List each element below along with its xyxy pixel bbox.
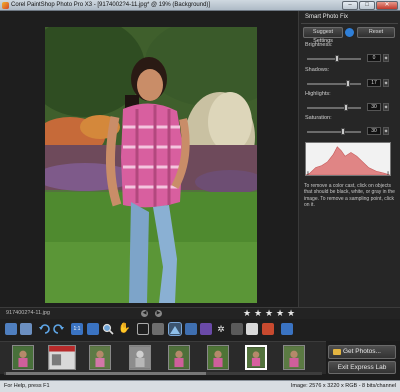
brightness-label: Brightness: xyxy=(305,42,333,48)
suggest-settings-button[interactable]: Suggest Settings xyxy=(303,27,343,44)
file-info-strip: 9174002?4-11.jpg ◀ ▶ ★ ★ ★ ★ ★ xyxy=(0,307,400,319)
save-icon[interactable] xyxy=(5,323,17,335)
smart-fix-icon[interactable] xyxy=(168,322,182,336)
smart-photo-fix-panel: Smart Photo Fix Suggest Settings Reset B… xyxy=(298,11,400,307)
status-help: For Help, press F1 xyxy=(4,383,50,389)
eye-icon[interactable] xyxy=(345,28,354,37)
fit-icon[interactable] xyxy=(87,323,99,335)
close-button[interactable]: ✕ xyxy=(376,1,398,10)
get-photos-label: Get Photos... xyxy=(343,348,381,355)
brightness-value[interactable]: 0 xyxy=(367,54,381,62)
image-canvas[interactable] xyxy=(0,11,298,307)
get-photos-button[interactable]: Get Photos... xyxy=(328,345,396,359)
save-as-icon[interactable] xyxy=(20,323,32,335)
rotate-right-icon[interactable]: ✲ xyxy=(215,323,227,335)
saturation-value[interactable]: 30 xyxy=(367,127,381,135)
minimize-button[interactable]: – xyxy=(342,1,358,10)
actual-size-icon[interactable]: 1:1 xyxy=(71,323,83,335)
shadows-value[interactable]: 17 xyxy=(367,79,381,87)
scrollbar-thumb[interactable] xyxy=(6,372,206,375)
rating-star-2[interactable]: ★ xyxy=(254,308,262,318)
slider-thumb[interactable] xyxy=(334,55,339,62)
next-photo-icon[interactable]: ▶ xyxy=(155,310,162,317)
rotate-left-icon[interactable] xyxy=(200,323,212,335)
saturation-slider[interactable] xyxy=(307,128,361,135)
thumbnail[interactable] xyxy=(48,345,76,370)
thumbnail[interactable] xyxy=(89,345,111,370)
shadows-label: Shadows: xyxy=(305,67,330,73)
highlights-slider[interactable] xyxy=(307,104,361,111)
rating-star-5[interactable]: ★ xyxy=(287,308,295,318)
slider-thumb[interactable] xyxy=(344,104,348,111)
histogram[interactable] xyxy=(305,142,391,176)
red-eye-icon[interactable] xyxy=(185,323,197,335)
help-icon[interactable] xyxy=(281,323,293,335)
straighten-icon[interactable] xyxy=(152,323,164,335)
spin-button[interactable]: ◆ xyxy=(383,103,389,111)
status-image-info: Image: 2576 x 3220 x RGB - 8 bits/channe… xyxy=(290,383,396,389)
spin-button[interactable]: ◆ xyxy=(383,79,389,87)
slider-thumb[interactable] xyxy=(346,80,350,87)
reset-button[interactable]: Reset xyxy=(357,27,395,38)
app-icon xyxy=(2,2,9,9)
window-title: Corel PaintShop Photo Pro X3 - [9174002?… xyxy=(11,2,211,8)
saturation-label: Saturation: xyxy=(305,115,332,121)
thumbnail[interactable] xyxy=(12,345,34,370)
retouch-icon[interactable] xyxy=(231,323,243,335)
thumbnail-selected[interactable] xyxy=(245,345,267,370)
exit-express-lab-button[interactable]: Exit Express Lab xyxy=(328,361,396,374)
pan-icon[interactable]: ✋ xyxy=(118,323,130,335)
shadows-slider[interactable] xyxy=(307,80,361,87)
photo-preview[interactable] xyxy=(45,27,257,303)
file-name: 9174002?4-11.jpg xyxy=(6,310,50,316)
panel-divider xyxy=(301,23,398,24)
panel-help-text: To remove a color cast, click on objects… xyxy=(304,183,395,209)
spin-button[interactable]: ◆ xyxy=(383,54,389,62)
previous-photo-icon[interactable]: ◀ xyxy=(141,310,148,317)
highlights-label: Highlights: xyxy=(305,91,331,97)
rating-star-1[interactable]: ★ xyxy=(243,308,251,318)
folder-icon xyxy=(333,349,341,355)
title-bar: Corel PaintShop Photo Pro X3 - [9174002?… xyxy=(0,0,400,11)
undo-icon[interactable] xyxy=(38,323,50,335)
makeover-icon[interactable] xyxy=(246,323,258,335)
info-icon[interactable] xyxy=(262,323,274,335)
brightness-slider[interactable] xyxy=(307,55,361,62)
status-bar: For Help, press F1 Image: 2576 x 3220 x … xyxy=(0,380,400,392)
panel-title: Smart Photo Fix xyxy=(305,14,349,20)
thumbnail[interactable] xyxy=(283,345,305,370)
rating-star-3[interactable]: ★ xyxy=(265,308,273,318)
thumbnail[interactable] xyxy=(207,345,229,370)
thumbnail[interactable] xyxy=(129,345,151,370)
edit-toolbar: 1:1 ✋ ✲ xyxy=(0,319,400,341)
thumbnail[interactable] xyxy=(168,345,190,370)
tray-scrollbar[interactable] xyxy=(4,372,322,375)
maximize-button[interactable]: □ xyxy=(359,1,375,10)
rating-star-4[interactable]: ★ xyxy=(276,308,284,318)
redo-icon[interactable] xyxy=(53,323,65,335)
photo-tray xyxy=(0,341,326,375)
highlights-value[interactable]: 30 xyxy=(367,103,381,111)
spin-button[interactable]: ◆ xyxy=(383,127,389,135)
zoom-icon[interactable] xyxy=(102,323,114,335)
slider-thumb[interactable] xyxy=(341,128,345,135)
crop-icon[interactable] xyxy=(137,323,149,335)
